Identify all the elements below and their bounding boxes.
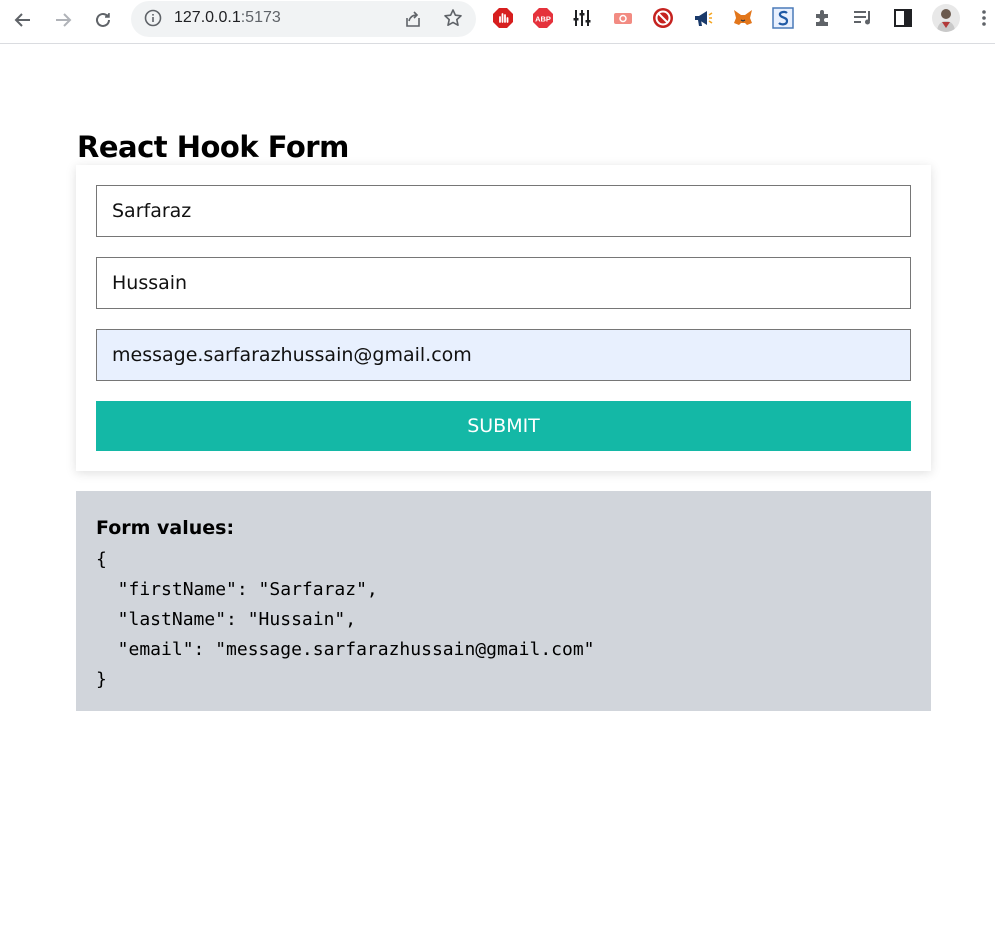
abp-label: ABP (535, 15, 551, 24)
last-name-input[interactable] (96, 257, 911, 309)
ticket-icon[interactable] (612, 7, 634, 29)
abp-icon[interactable]: ABP (532, 7, 554, 29)
submit-button[interactable]: SUBMIT (96, 401, 911, 451)
form-values-panel: Form values: { "firstName": "Sarfaraz", … (76, 491, 931, 711)
site-info-icon[interactable] (144, 9, 162, 27)
url-port: :5173 (240, 9, 281, 26)
block-icon[interactable] (652, 7, 674, 29)
reload-icon (96, 12, 110, 27)
profile-avatar[interactable] (932, 4, 960, 32)
back-arrow-icon (14, 13, 30, 27)
page-title: React Hook Form (77, 130, 349, 164)
forward-button[interactable] (49, 6, 77, 34)
browser-toolbar: 127.0.0.1:5173 ABP (0, 0, 995, 44)
email-input[interactable] (96, 329, 911, 381)
url-text[interactable]: 127.0.0.1:5173 (174, 9, 281, 27)
reload-button[interactable] (89, 6, 117, 34)
back-button[interactable] (9, 6, 37, 34)
first-name-input[interactable] (96, 185, 911, 237)
form-values-json: { "firstName": "Sarfaraz", "lastName": "… (96, 549, 595, 690)
megaphone-icon[interactable] (692, 7, 714, 29)
share-icon[interactable] (403, 9, 423, 29)
reading-list-icon[interactable] (852, 7, 874, 29)
equalizer-icon[interactable] (572, 7, 594, 29)
extensions-puzzle-icon[interactable] (812, 7, 834, 29)
address-bar[interactable]: 127.0.0.1:5173 (131, 1, 476, 37)
adblock-icon[interactable] (492, 7, 514, 29)
side-panel-icon[interactable] (892, 7, 914, 29)
bookmark-star-icon[interactable] (443, 8, 463, 28)
signup-form: SUBMIT (76, 165, 931, 471)
forward-arrow-icon (56, 13, 72, 27)
form-values-label: Form values: (96, 517, 235, 539)
kebab-menu-icon (982, 10, 986, 26)
chrome-menu-button[interactable] (973, 7, 995, 29)
metamask-icon[interactable] (732, 7, 754, 29)
s-icon[interactable] (772, 7, 794, 29)
url-host: 127.0.0.1 (174, 9, 241, 26)
